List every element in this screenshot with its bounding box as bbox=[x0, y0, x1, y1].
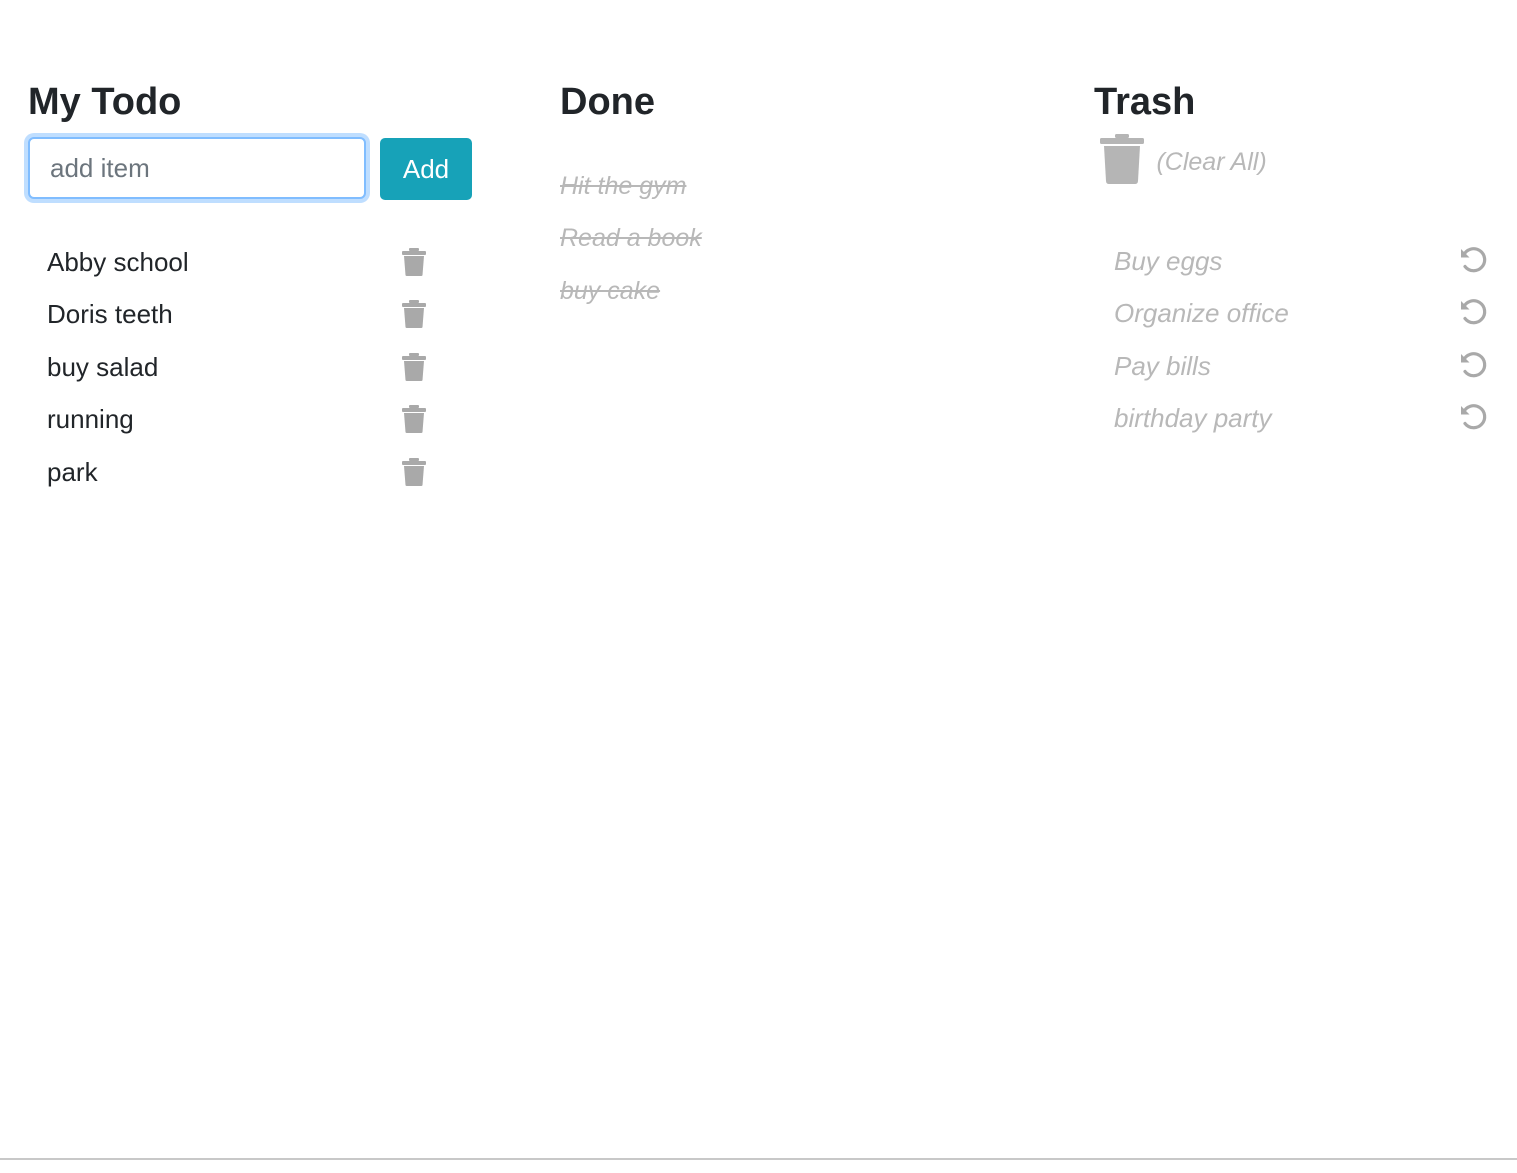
todo-item: Abby school bbox=[47, 236, 427, 288]
trash-item: birthday party bbox=[1114, 392, 1488, 444]
todo-item-label: running bbox=[47, 404, 134, 435]
undo-icon[interactable] bbox=[1458, 297, 1488, 327]
add-item-input[interactable] bbox=[28, 137, 366, 199]
trash-item: Organize office bbox=[1114, 287, 1488, 339]
todo-item-label: park bbox=[47, 456, 98, 487]
trash-item-label: Pay bills bbox=[1114, 350, 1211, 381]
trash-icon[interactable] bbox=[401, 352, 427, 381]
trash-icon[interactable] bbox=[401, 405, 427, 434]
todo-item: buy salad bbox=[47, 341, 427, 393]
trash-icon[interactable] bbox=[401, 457, 427, 486]
todo-item: park bbox=[47, 446, 427, 498]
trash-item: Buy eggs bbox=[1114, 235, 1488, 287]
undo-icon[interactable] bbox=[1458, 245, 1488, 275]
todo-item-label: buy salad bbox=[47, 351, 159, 382]
trash-item-label: Buy eggs bbox=[1114, 246, 1223, 276]
todo-item: Doris teeth bbox=[47, 288, 427, 340]
done-list: Hit the gym Read a book buy cake bbox=[560, 160, 702, 317]
clear-all-label: (Clear All) bbox=[1156, 147, 1267, 176]
done-item[interactable]: buy cake bbox=[560, 265, 702, 317]
trash-icon[interactable] bbox=[401, 248, 427, 276]
undo-icon[interactable] bbox=[1458, 350, 1488, 380]
undo-icon[interactable] bbox=[1458, 402, 1488, 432]
trash-icon bbox=[1100, 134, 1144, 184]
trash-item-label: birthday party bbox=[1114, 403, 1272, 434]
done-item[interactable]: Hit the gym bbox=[560, 160, 702, 212]
todo-title: My Todo bbox=[28, 81, 182, 123]
done-item[interactable]: Read a book bbox=[560, 212, 702, 264]
trash-item: Pay bills bbox=[1114, 340, 1488, 392]
todo-item-label: Abby school bbox=[47, 247, 189, 277]
todo-list: Abby school Doris teeth buy salad runnin… bbox=[47, 236, 427, 498]
todo-item: running bbox=[47, 393, 427, 445]
done-title: Done bbox=[560, 81, 655, 123]
trash-icon[interactable] bbox=[401, 300, 427, 329]
trash-item-label: Organize office bbox=[1114, 298, 1289, 329]
trash-list: Buy eggs Organize office Pay bills birth… bbox=[1114, 235, 1488, 445]
bottom-divider bbox=[0, 1158, 1517, 1160]
todo-item-label: Doris teeth bbox=[47, 299, 173, 330]
clear-all-button[interactable]: (Clear All) bbox=[1100, 134, 1267, 186]
add-button[interactable]: Add bbox=[380, 138, 472, 200]
trash-title: Trash bbox=[1094, 81, 1196, 123]
